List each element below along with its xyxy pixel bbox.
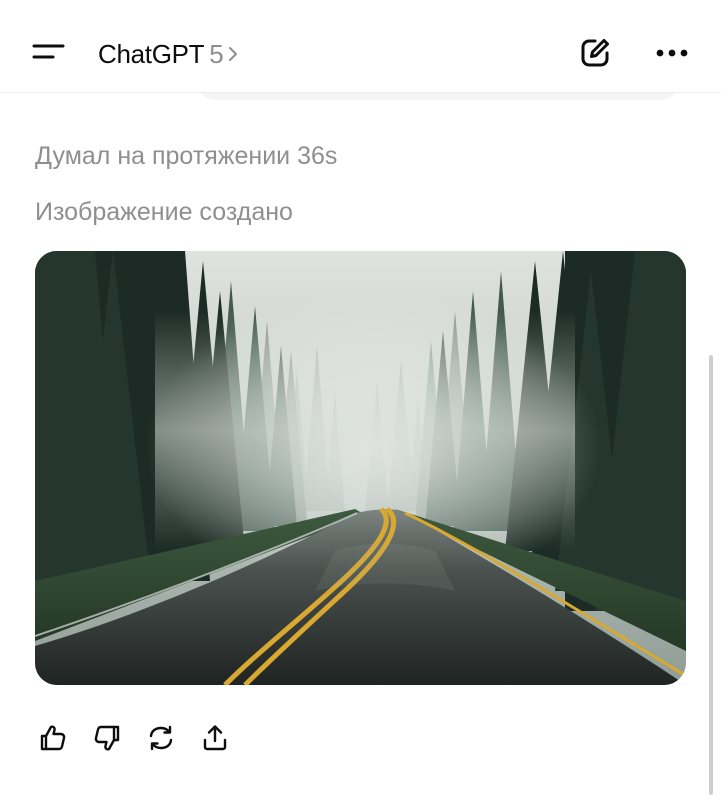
top-bar: ChatGPT 5 (0, 0, 721, 93)
model-selector[interactable]: ChatGPT 5 (98, 34, 239, 74)
thumbs-up-button[interactable] (33, 718, 73, 758)
new-chat-edit-icon (581, 39, 609, 67)
thumbs-down-icon (94, 725, 120, 751)
scrollbar[interactable] (709, 355, 713, 795)
regenerate-icon (149, 725, 173, 751)
share-button[interactable] (195, 718, 235, 758)
sidebar-menu-button[interactable] (22, 30, 76, 74)
image-created-label: Изображение создано (35, 198, 293, 226)
new-chat-button[interactable] (573, 31, 617, 75)
thumbs-up-icon (40, 725, 66, 751)
message-actions (33, 718, 249, 758)
chevron-right-icon (227, 45, 239, 63)
model-version: 5 (209, 38, 224, 69)
regenerate-button[interactable] (141, 718, 181, 758)
foggy-forest-road-image (35, 251, 686, 685)
menu-icon (32, 44, 65, 59)
app-title: ChatGPT (98, 38, 205, 69)
generated-image[interactable] (35, 251, 686, 685)
more-horizontal-icon (656, 49, 688, 57)
share-icon (203, 725, 227, 751)
thought-duration-label[interactable]: Думал на протяжении 36s (35, 142, 337, 171)
more-options-button[interactable] (650, 31, 694, 75)
thumbs-down-button[interactable] (87, 718, 127, 758)
